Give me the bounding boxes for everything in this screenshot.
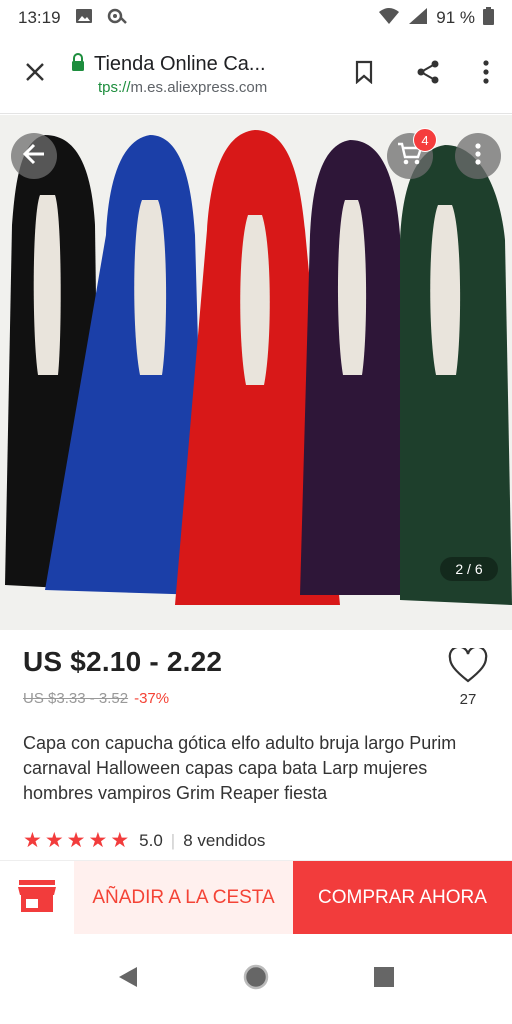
nav-recents-button[interactable] xyxy=(364,959,404,999)
product-title: Capa con capucha gótica elfo adulto bruj… xyxy=(23,733,457,803)
share-button[interactable] xyxy=(396,36,460,114)
more-options-button[interactable] xyxy=(460,36,512,114)
cape-purple xyxy=(300,140,405,595)
discount-badge: -37% xyxy=(134,690,170,707)
sold-count: 8 vendidos xyxy=(183,830,266,850)
gallery-more-button[interactable] xyxy=(455,133,501,179)
price-block: US $2.10 - 2.22 xyxy=(23,646,222,678)
divider: | xyxy=(170,830,176,850)
store-button[interactable] xyxy=(0,861,74,935)
cart-count-badge: 4 xyxy=(413,128,437,152)
add-to-cart-button[interactable]: AÑADIR A LA CESTA xyxy=(74,861,293,935)
wishlist-count: 27 xyxy=(459,691,477,708)
page-url: tps://m.es.aliexpress.com xyxy=(98,79,332,96)
star-icon: ★ xyxy=(44,829,64,852)
old-price-block: US $3.33 - 3.52 -37% xyxy=(23,690,169,707)
star-icon: ★ xyxy=(23,829,42,852)
close-tab-button[interactable] xyxy=(0,36,70,114)
bottom-action-bar: AÑADIR A LA CESTA COMPRAR AHORA xyxy=(0,860,512,935)
square-recents-icon xyxy=(373,966,395,993)
page-title: Tienda Online Ca... xyxy=(94,53,266,75)
notification-icon xyxy=(107,8,127,29)
image-page-indicator: 2 / 6 xyxy=(440,557,498,581)
url-block[interactable]: Tienda Online Ca... tps://m.es.aliexpres… xyxy=(70,53,332,96)
url-scheme: tps:// xyxy=(98,79,131,96)
wifi-icon xyxy=(378,7,400,30)
price: US $2.10 - 2.22 xyxy=(23,646,223,677)
nav-back-button[interactable] xyxy=(108,959,148,999)
back-button[interactable] xyxy=(11,133,57,179)
arrow-back-icon xyxy=(22,143,46,170)
star-icon: ★ xyxy=(88,829,108,852)
status-bar: 13:19 91 % xyxy=(0,0,512,36)
url-host: m.es.aliexpress.com xyxy=(130,79,268,96)
signal-icon xyxy=(408,7,428,30)
battery-text: 91 % xyxy=(436,8,475,27)
image-icon xyxy=(75,8,93,29)
system-nav-bar xyxy=(0,934,512,1024)
battery-icon xyxy=(483,6,494,30)
share-icon xyxy=(415,59,441,90)
bookmark-button[interactable] xyxy=(332,36,396,114)
close-icon xyxy=(24,61,46,88)
heart-icon xyxy=(448,645,488,688)
product-image xyxy=(0,115,512,630)
bookmark-icon xyxy=(354,60,374,89)
star-icon: ★ xyxy=(66,829,86,852)
more-vert-icon xyxy=(483,60,489,89)
store-icon xyxy=(17,879,57,918)
star-icon: ★ xyxy=(110,829,130,852)
wishlist-button[interactable]: 27 xyxy=(443,645,493,708)
circle-home-icon xyxy=(242,963,270,996)
rating-row[interactable]: ★ ★ ★ ★ ★ 5.0 | 8 vendidos xyxy=(23,830,265,851)
nav-home-button[interactable] xyxy=(236,959,276,999)
rating-stars: ★ ★ ★ ★ ★ xyxy=(23,830,129,851)
browser-toolbar: Tienda Online Ca... tps://m.es.aliexpres… xyxy=(0,36,512,114)
more-vert-icon xyxy=(475,142,481,170)
old-price: US $3.33 - 3.52 xyxy=(23,690,129,707)
cape-green xyxy=(400,145,512,605)
status-time: 13:19 xyxy=(18,8,61,27)
product-image-gallery[interactable]: 4 2 / 6 xyxy=(0,115,512,630)
buy-now-button[interactable]: COMPRAR AHORA xyxy=(293,861,512,935)
triangle-back-icon xyxy=(117,965,139,994)
lock-icon xyxy=(70,53,86,76)
rating-value: 5.0 xyxy=(139,830,163,850)
